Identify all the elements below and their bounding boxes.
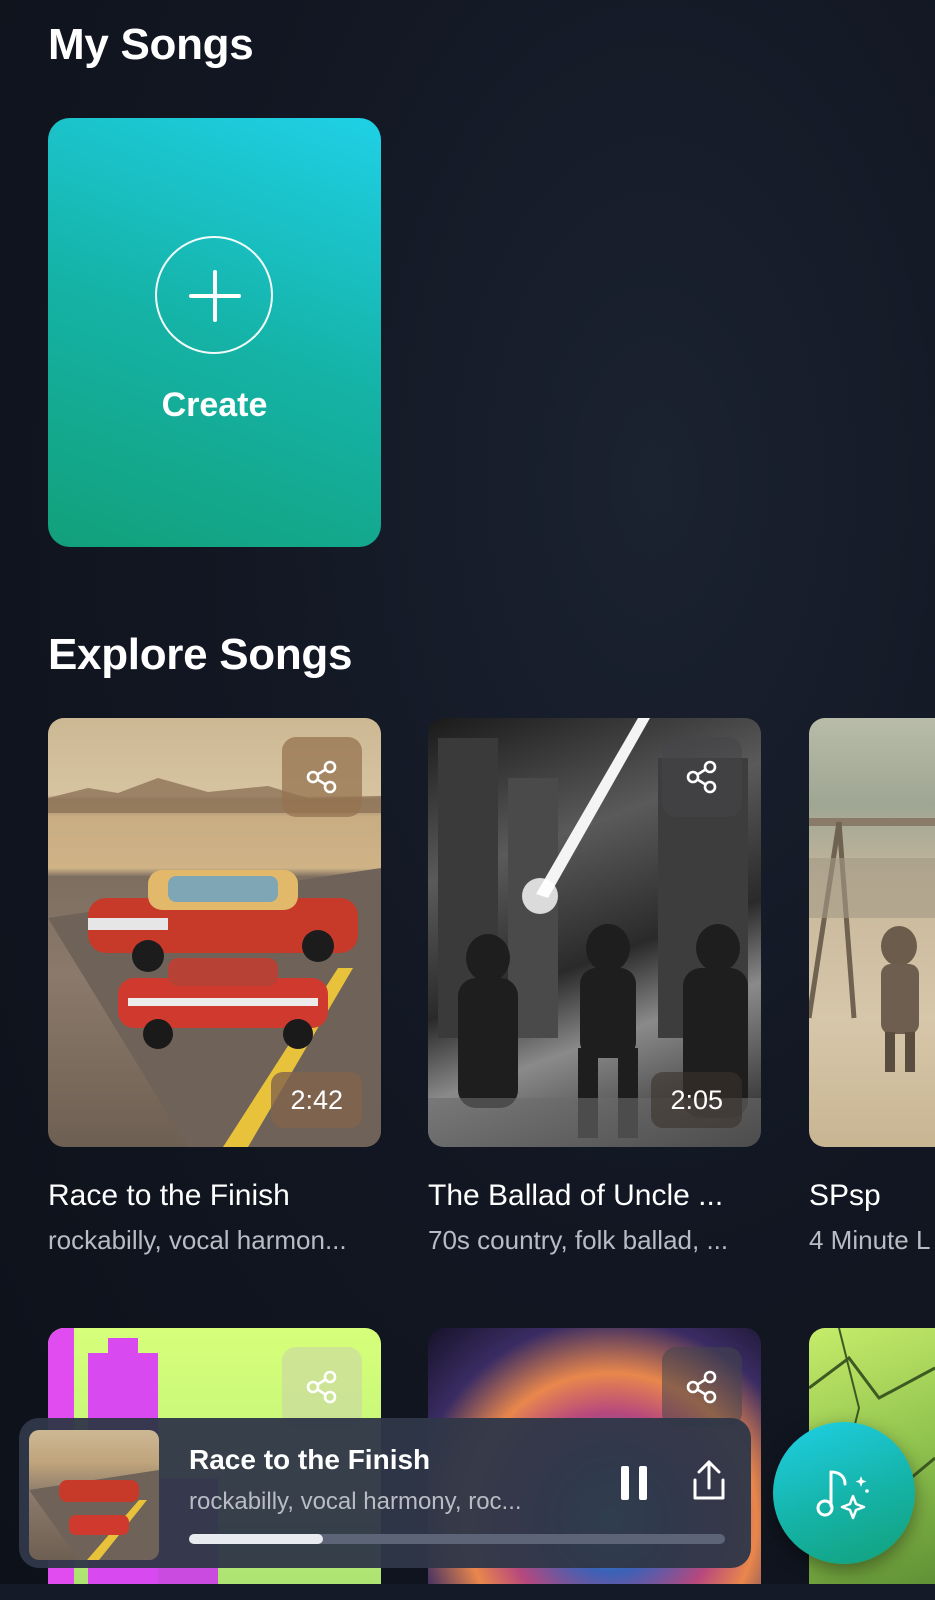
share-button[interactable] bbox=[282, 1347, 362, 1427]
song-title[interactable]: SPsp bbox=[809, 1179, 935, 1213]
playback-progress-fill bbox=[189, 1534, 323, 1544]
duration-badge: 2:42 bbox=[271, 1072, 362, 1128]
share-button[interactable] bbox=[662, 1347, 742, 1427]
share-button[interactable] bbox=[282, 737, 362, 817]
song-title[interactable]: Race to the Finish bbox=[48, 1179, 381, 1213]
song-card-spsp[interactable]: SPsp 4 Minute L bbox=[809, 718, 935, 1256]
my-songs-title: My Songs bbox=[48, 20, 254, 69]
song-tags: rockabilly, vocal harmon... bbox=[48, 1225, 347, 1255]
music-sparkle-icon bbox=[816, 1470, 869, 1520]
thumbnail-artwork bbox=[29, 1470, 159, 1560]
song-cover[interactable]: 2:05 bbox=[428, 718, 761, 1147]
now-playing-thumbnail[interactable] bbox=[29, 1430, 159, 1560]
bottom-nav-edge bbox=[0, 1584, 935, 1600]
song-tags: 4 Minute L bbox=[809, 1225, 931, 1255]
create-label: Create bbox=[161, 386, 268, 424]
explore-songs-title: Explore Songs bbox=[48, 630, 353, 679]
pause-button[interactable] bbox=[615, 1460, 655, 1508]
song-cover[interactable]: 2:42 bbox=[48, 718, 381, 1147]
song-tags: 70s country, folk ballad, ... bbox=[428, 1225, 729, 1255]
ai-music-button[interactable] bbox=[773, 1422, 915, 1564]
create-song-card[interactable]: Create bbox=[48, 118, 381, 547]
song-card-race-to-the-finish[interactable]: 2:42 Race to the Finish rockabilly, voca… bbox=[48, 718, 381, 1256]
share-icon bbox=[306, 760, 337, 794]
cover-artwork bbox=[809, 818, 935, 1072]
share-upload-button[interactable] bbox=[679, 1452, 739, 1512]
upload-icon bbox=[693, 1460, 725, 1500]
share-icon bbox=[306, 1370, 337, 1404]
now-playing-title: Race to the Finish bbox=[189, 1444, 431, 1475]
song-cover[interactable] bbox=[809, 718, 935, 1147]
share-icon bbox=[686, 760, 717, 794]
now-playing-bar[interactable]: Race to the Finish rockabilly, vocal har… bbox=[19, 1418, 751, 1568]
share-button[interactable] bbox=[662, 737, 742, 817]
song-card-ballad[interactable]: 2:05 The Ballad of Uncle ... 70s country… bbox=[428, 718, 761, 1256]
playback-progress-bar[interactable] bbox=[189, 1534, 725, 1544]
plus-icon bbox=[155, 236, 273, 354]
pause-icon bbox=[621, 1466, 629, 1500]
pause-icon-bar bbox=[639, 1466, 647, 1500]
now-playing-tags: rockabilly, vocal harmony, roc... bbox=[189, 1488, 522, 1515]
duration-badge: 2:05 bbox=[651, 1072, 742, 1128]
song-title[interactable]: The Ballad of Uncle ... bbox=[428, 1179, 761, 1213]
share-icon bbox=[686, 1370, 717, 1404]
